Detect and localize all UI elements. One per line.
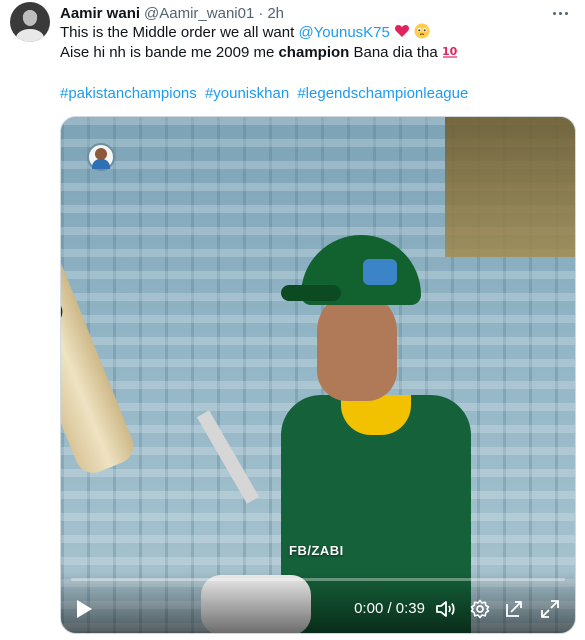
red-heart-emoji — [395, 25, 410, 37]
more-options-icon — [552, 11, 568, 15]
mention-link[interactable]: @YounusK75 — [298, 24, 389, 41]
hashtag-link[interactable]: #legendschampionleague — [297, 85, 468, 102]
picture-in-picture-icon — [506, 601, 522, 617]
hashtag-link[interactable]: #pakistanchampions — [60, 85, 197, 102]
tweet-card[interactable]: Aamir wani @Aamir_wani01 · 2h This is th… — [0, 0, 585, 640]
player-cap-brim-shape — [281, 285, 341, 301]
tweet-text-segment: Bana dia tha — [349, 44, 438, 61]
tweet-timestamp[interactable]: 2h — [267, 5, 284, 22]
tweet-text-bold: champion — [278, 44, 350, 61]
tweet-header: Aamir wani @Aamir_wani01 · 2h — [60, 4, 284, 22]
tweet-text-segment: This is the Middle order we all want — [60, 24, 299, 41]
pleading-face-emoji — [414, 23, 430, 39]
video-timecode: 0:00 / 0:39 — [354, 600, 425, 617]
channel-logo — [87, 143, 115, 171]
more-options-button[interactable] — [545, 2, 575, 24]
tweet-text-line-2: Aise hi nh is bande me 2009 me champion … — [60, 43, 575, 63]
tweet-text-line-1: This is the Middle order we all want @Yo… — [60, 23, 575, 43]
avatar-head-shape — [23, 10, 37, 26]
hundred-points-emoji: 100 — [442, 45, 458, 58]
play-button[interactable] — [73, 597, 95, 621]
video-controls: 0:00 / 0:39 — [61, 571, 575, 633]
picture-in-picture-button[interactable] — [503, 597, 525, 621]
hashtag-row: #pakistanchampions #youniskhan #legendsc… — [60, 84, 472, 104]
video-progress-bar[interactable] — [71, 578, 565, 581]
volume-icon — [436, 601, 455, 617]
tweet-text: This is the Middle order we all want @Yo… — [60, 23, 575, 63]
cap-logo-shape — [363, 259, 397, 285]
channel-logo-shoulders — [92, 159, 110, 169]
video-player[interactable]: FB/ZABI 0:00 / 0:39 — [60, 116, 576, 634]
volume-button[interactable] — [435, 597, 457, 621]
player-face-shape — [317, 291, 397, 401]
svg-text:100: 100 — [442, 45, 458, 58]
author-name[interactable]: Aamir wani — [60, 5, 140, 22]
bat-logo-shape — [61, 294, 67, 329]
video-watermark: FB/ZABI — [289, 543, 344, 558]
settings-button[interactable] — [469, 597, 491, 621]
play-icon — [77, 600, 92, 618]
avatar-shoulders-shape — [16, 29, 44, 42]
author-handle[interactable]: @Aamir_wani01 — [144, 5, 254, 22]
fullscreen-icon — [541, 600, 559, 618]
author-avatar[interactable] — [10, 2, 50, 42]
hashtag-link[interactable]: #youniskhan — [205, 85, 289, 102]
fullscreen-button[interactable] — [539, 597, 561, 621]
tweet-text-segment: Aise hi nh is bande me 2009 me — [60, 44, 279, 61]
settings-gear-icon — [470, 599, 490, 619]
header-separator: · — [258, 4, 264, 22]
